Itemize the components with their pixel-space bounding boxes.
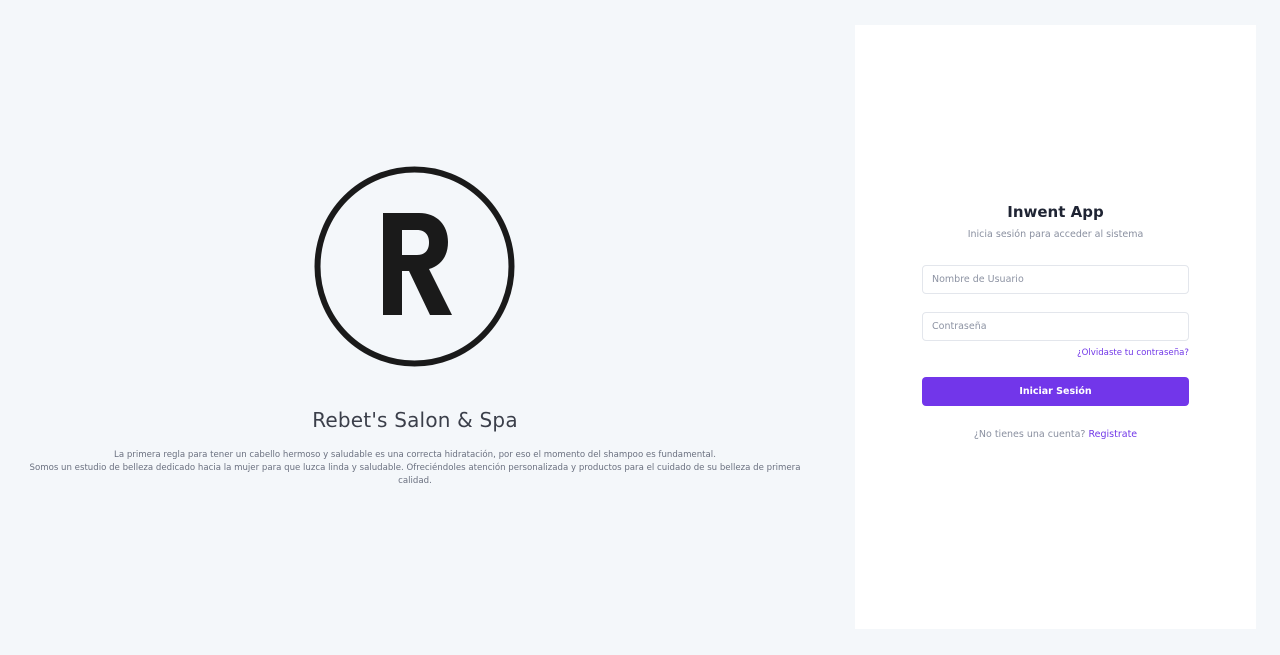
app-title: Inwent App bbox=[1007, 203, 1104, 221]
app-subtitle: Inicia sesión para acceder al sistema bbox=[967, 229, 1144, 240]
forgot-password-link[interactable]: ¿Olvidaste tu contraseña? bbox=[1077, 348, 1189, 358]
brand-title: Rebet's Salon & Spa bbox=[312, 408, 518, 432]
signup-link[interactable]: Registrate bbox=[1088, 429, 1137, 440]
brand-description: La primera regla para tener un cabello h… bbox=[20, 449, 810, 488]
registered-r-icon bbox=[314, 166, 515, 367]
username-input[interactable] bbox=[922, 265, 1189, 294]
login-button[interactable]: Iniciar Sesión bbox=[922, 377, 1189, 406]
password-input[interactable] bbox=[922, 312, 1189, 341]
brand-description-line: Somos un estudio de belleza dedicado hac… bbox=[29, 463, 801, 486]
signup-prompt-text: ¿No tienes una cuenta? bbox=[973, 429, 1086, 440]
brand-description-line: La primera regla para tener un cabello h… bbox=[114, 450, 716, 460]
login-card: Inwent App Inicia sesión para acceder al… bbox=[855, 25, 1256, 629]
signup-prompt: ¿No tienes una cuenta? Registrate bbox=[855, 429, 1256, 440]
brand-panel: Rebet's Salon & Spa La primera regla par… bbox=[0, 0, 830, 655]
